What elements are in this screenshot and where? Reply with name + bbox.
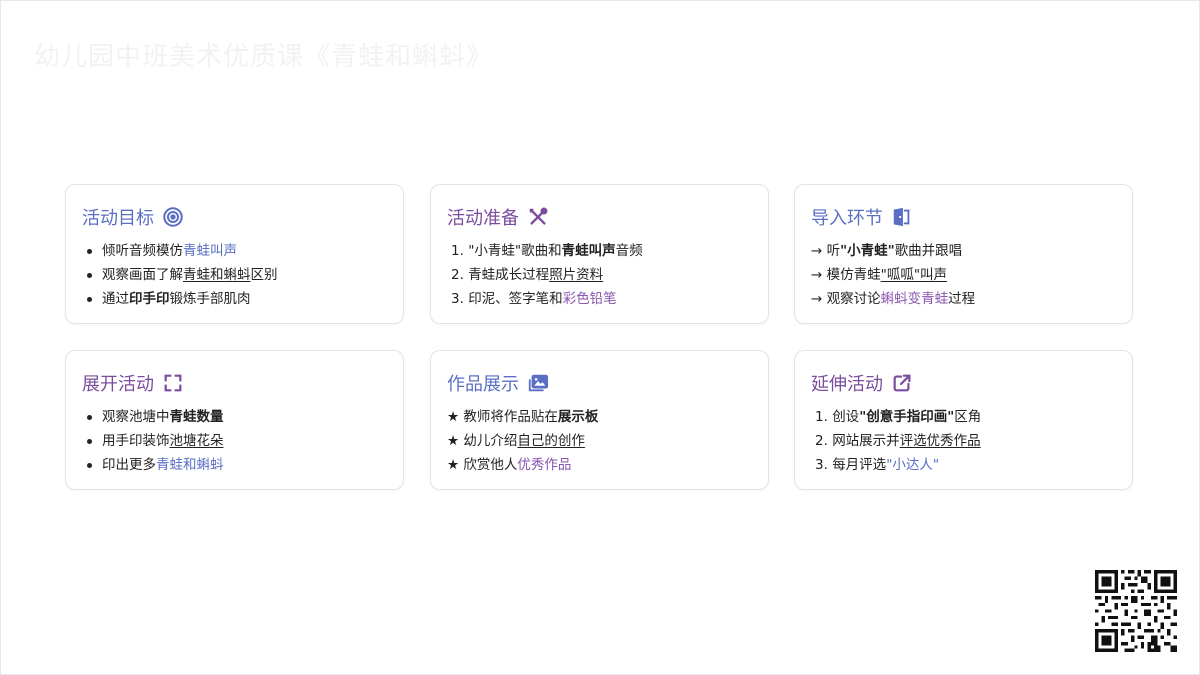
expand-icon: [162, 372, 184, 394]
list-item: 2. 网站展示并评选优秀作品: [815, 433, 981, 449]
goal-list: 倾听音频模仿青蛙叫声 观察画面了解青蛙和蝌蚪区别 通过印手印锻炼手部肌肉: [82, 239, 387, 311]
target-icon: [162, 206, 184, 228]
list-item: 1. "小青蛙"歌曲和青蛙叫声音频: [451, 243, 643, 259]
gallery-icon: [527, 372, 549, 394]
display-list: ★ 教师将作品贴在展示板 ★ 幼儿介绍自己的创作 ★ 欣赏他人优秀作品: [447, 405, 752, 477]
card-extension-activity: 延伸活动 1. 创设"创意手指印画"区角 2. 网站展示并评选优秀作品 3. 每…: [794, 350, 1133, 490]
list-item: 2. 青蛙成长过程照片资料: [451, 267, 604, 283]
card-work-display: 作品展示 ★ 教师将作品贴在展示板 ★ 幼儿介绍自己的创作 ★ 欣赏他人优秀作品: [430, 350, 769, 490]
card-title: 活动准备: [447, 208, 519, 229]
card-main-activity: 展开活动 观察池塘中青蛙数量 用手印装饰池塘花朵 印出更多青蛙和蝌蚪: [65, 350, 404, 490]
list-item: 观察池塘中青蛙数量: [82, 405, 387, 429]
card-title: 展开活动: [82, 374, 154, 395]
card-activity-goals: 活动目标 倾听音频模仿青蛙叫声 观察画面了解青蛙和蝌蚪区别 通过印手印锻炼手部肌…: [65, 184, 404, 324]
list-item: ★ 教师将作品贴在展示板: [447, 409, 599, 425]
list-item: 用手印装饰池塘花朵: [82, 429, 387, 453]
list-item: → 模仿青蛙"呱呱"叫声: [811, 267, 948, 283]
preparation-list: 1. "小青蛙"歌曲和青蛙叫声音频 2. 青蛙成长过程照片资料 3. 印泥、签字…: [447, 239, 752, 311]
card-activity-preparation: 活动准备 1. "小青蛙"歌曲和青蛙叫声音频 2. 青蛙成长过程照片资料 3. …: [430, 184, 769, 324]
page-title: 幼儿园中班美术优质课《青蛙和蝌蚪》: [34, 42, 494, 72]
list-item: 观察画面了解青蛙和蝌蚪区别: [82, 263, 387, 287]
tools-icon: [527, 206, 549, 228]
list-item: → 观察讨论蝌蚪变青蛙过程: [811, 291, 976, 307]
external-link-icon: [891, 372, 913, 394]
list-item: 3. 印泥、签字笔和彩色铅笔: [451, 291, 617, 307]
list-item: 印出更多青蛙和蝌蚪: [82, 453, 387, 477]
extension-list: 1. 创设"创意手指印画"区角 2. 网站展示并评选优秀作品 3. 每月评选"小…: [811, 405, 1116, 477]
list-item: 3. 每月评选"小达人": [815, 457, 940, 473]
card-grid: 活动目标 倾听音频模仿青蛙叫声 观察画面了解青蛙和蝌蚪区别 通过印手印锻炼手部肌…: [65, 184, 1135, 492]
list-item: ★ 欣赏他人优秀作品: [447, 457, 572, 473]
introduction-list: → 听"小青蛙"歌曲并跟唱 → 模仿青蛙"呱呱"叫声 → 观察讨论蝌蚪变青蛙过程: [811, 239, 1116, 311]
door-icon: [891, 206, 913, 228]
list-item: 通过印手印锻炼手部肌肉: [82, 287, 387, 311]
list-item: 倾听音频模仿青蛙叫声: [82, 239, 387, 263]
list-item: 1. 创设"创意手指印画"区角: [815, 409, 982, 425]
list-item: ★ 幼儿介绍自己的创作: [447, 433, 585, 449]
card-title: 导入环节: [811, 208, 883, 229]
card-title: 作品展示: [447, 374, 519, 395]
card-introduction: 导入环节 → 听"小青蛙"歌曲并跟唱 → 模仿青蛙"呱呱"叫声 → 观察讨论蝌蚪…: [794, 184, 1133, 324]
list-item: → 听"小青蛙"歌曲并跟唱: [811, 243, 963, 259]
qr-code-icon: [1095, 570, 1177, 652]
main-activity-list: 观察池塘中青蛙数量 用手印装饰池塘花朵 印出更多青蛙和蝌蚪: [82, 405, 387, 477]
card-title: 活动目标: [82, 208, 154, 229]
card-title: 延伸活动: [811, 374, 883, 395]
